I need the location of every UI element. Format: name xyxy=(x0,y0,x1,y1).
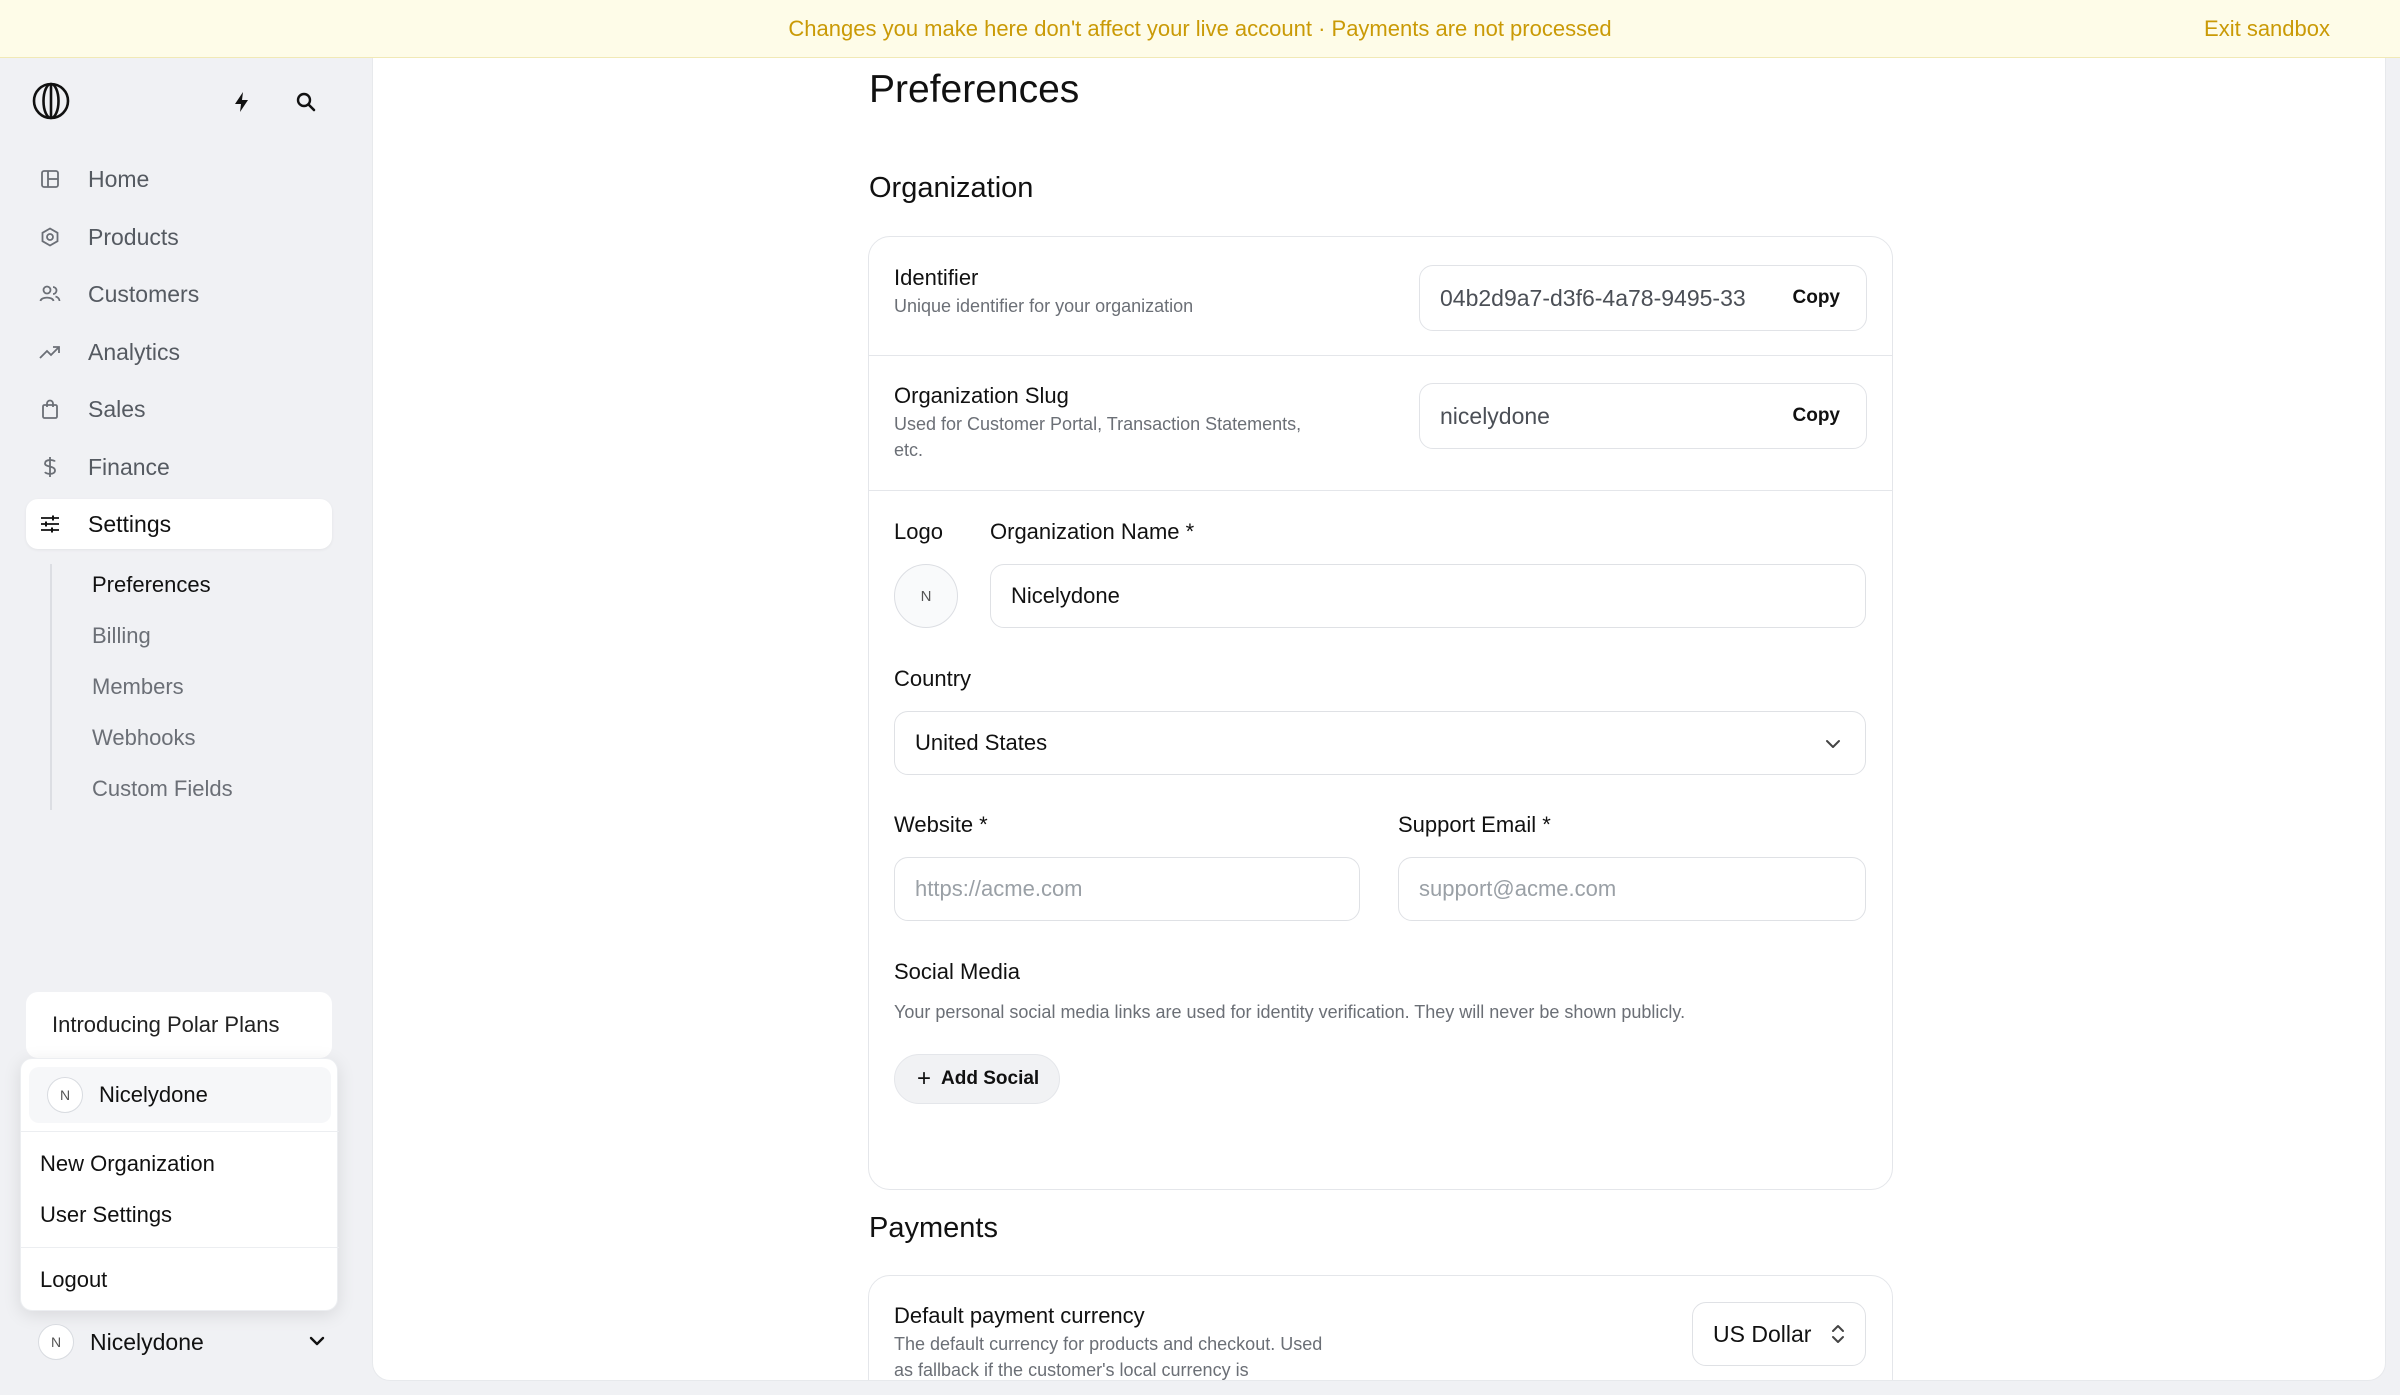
payments-card: Default payment currency The default cur… xyxy=(868,1275,1893,1380)
sandbox-banner: Changes you make here don't affect your … xyxy=(0,0,2400,58)
support-email-input[interactable]: support@acme.com xyxy=(1398,857,1866,921)
organization-heading: Organization xyxy=(869,172,1034,204)
logo-upload[interactable]: N xyxy=(894,564,958,628)
org-switcher-menu: N Nicelydone New Organization User Setti… xyxy=(20,1058,339,1311)
nav-label: Settings xyxy=(88,510,172,537)
social-media-desc: Your personal social media links are use… xyxy=(894,1002,1686,1022)
new-organization-item[interactable]: New Organization xyxy=(40,1151,215,1177)
hexagon-icon xyxy=(26,227,74,247)
main-content: Preferences Organization Identifier Uniq… xyxy=(372,58,2386,1381)
website-input[interactable]: https://acme.com xyxy=(894,857,1360,921)
subnav-divider xyxy=(50,564,52,810)
payments-heading: Payments xyxy=(869,1212,998,1244)
nav-item-home[interactable]: Home xyxy=(26,154,332,204)
menu-divider xyxy=(21,1131,339,1132)
identifier-field: 04b2d9a7-d3f6-4a78-9495-33 Copy xyxy=(1419,265,1867,331)
nav-label: Analytics xyxy=(88,338,181,365)
dollar-icon xyxy=(26,456,74,478)
avatar: N xyxy=(38,1324,74,1360)
slug-title: Organization Slug xyxy=(894,383,1069,408)
row-divider xyxy=(869,355,1892,356)
identifier-value[interactable]: 04b2d9a7-d3f6-4a78-9495-33 xyxy=(1440,285,1770,312)
promo-label: Introducing Polar Plans xyxy=(52,1012,280,1037)
org-menu-current[interactable]: N Nicelydone xyxy=(29,1067,331,1123)
identifier-desc: Unique identifier for your organization xyxy=(894,296,1194,316)
promo-card[interactable]: Introducing Polar Plans xyxy=(26,992,332,1058)
users-icon xyxy=(26,284,74,304)
nav-item-finance[interactable]: Finance xyxy=(26,442,332,492)
subnav-item-webhooks[interactable]: Webhooks xyxy=(92,725,196,751)
dashboard-icon xyxy=(26,169,74,189)
country-label: Country xyxy=(894,666,972,691)
org-name-input[interactable]: Nicelydone xyxy=(990,564,1866,628)
support-email-label: Support Email * xyxy=(1398,812,1551,837)
page-title: Preferences xyxy=(869,68,1080,111)
polar-logo-icon[interactable] xyxy=(32,82,70,120)
bag-icon xyxy=(26,399,74,419)
website-label: Website * xyxy=(894,812,988,837)
slug-value[interactable]: nicelydone xyxy=(1440,403,1770,430)
trend-icon xyxy=(26,344,74,360)
menu-divider xyxy=(21,1247,339,1248)
copy-slug-button[interactable]: Copy xyxy=(1793,405,1841,427)
plus-icon: + xyxy=(917,1065,932,1092)
currency-value: US Dollar xyxy=(1713,1320,1812,1347)
country-select[interactable]: United States xyxy=(894,711,1866,775)
subnav-item-members[interactable]: Members xyxy=(92,674,184,700)
chevron-down-icon xyxy=(309,1336,325,1346)
currency-title: Default payment currency xyxy=(894,1303,1145,1328)
sliders-icon xyxy=(26,515,74,533)
subnav-item-custom-fields[interactable]: Custom Fields xyxy=(92,776,233,802)
chevron-up-down-icon xyxy=(1832,1325,1844,1343)
org-switcher[interactable]: N Nicelydone xyxy=(38,1320,328,1364)
org-name-label: Organization Name * xyxy=(990,519,1195,544)
subnav-item-preferences[interactable]: Preferences xyxy=(92,572,211,598)
nav-item-customers[interactable]: Customers xyxy=(26,269,332,319)
country-value: United States xyxy=(915,730,1048,755)
nav-item-sales[interactable]: Sales xyxy=(26,384,332,434)
currency-desc: The default currency for products and ch… xyxy=(894,1334,1323,1380)
search-icon[interactable] xyxy=(292,88,320,116)
exit-sandbox-link[interactable]: Exit sandbox xyxy=(2204,16,2330,42)
identifier-title: Identifier xyxy=(894,265,979,290)
slug-desc: Used for Customer Portal, Transaction St… xyxy=(894,414,1302,460)
banner-message: Changes you make here don't affect your … xyxy=(788,16,1612,41)
copy-identifier-button[interactable]: Copy xyxy=(1793,287,1841,309)
logout-item[interactable]: Logout xyxy=(40,1267,107,1293)
row-divider xyxy=(869,490,1892,491)
nav-item-analytics[interactable]: Analytics xyxy=(26,327,332,377)
social-media-label: Social Media xyxy=(894,959,1020,984)
subnav-item-billing[interactable]: Billing xyxy=(92,623,151,649)
logo-label: Logo xyxy=(894,519,943,544)
nav-label: Home xyxy=(88,165,150,192)
chevron-down-icon xyxy=(1826,740,1840,748)
nav-item-products[interactable]: Products xyxy=(26,212,332,262)
currency-select[interactable]: US Dollar xyxy=(1692,1302,1866,1366)
slug-field: nicelydone Copy xyxy=(1419,383,1867,449)
add-social-button[interactable]: + Add Social xyxy=(894,1054,1060,1104)
add-social-label: Add Social xyxy=(941,1068,1040,1089)
user-settings-item[interactable]: User Settings xyxy=(40,1202,172,1228)
nav-item-settings[interactable]: Settings xyxy=(26,499,332,549)
nav-label: Sales xyxy=(88,395,146,422)
avatar: N xyxy=(47,1077,83,1113)
lightning-icon[interactable] xyxy=(228,88,256,116)
organization-card: Identifier Unique identifier for your or… xyxy=(868,236,1893,1190)
nav-label: Customers xyxy=(88,280,200,307)
nav-label: Finance xyxy=(88,453,170,480)
org-name: Nicelydone xyxy=(99,1082,208,1107)
nav-label: Products xyxy=(88,223,179,250)
org-name: Nicelydone xyxy=(90,1328,204,1355)
sidebar: Home Products Customers Analytics Sales … xyxy=(0,58,370,1395)
